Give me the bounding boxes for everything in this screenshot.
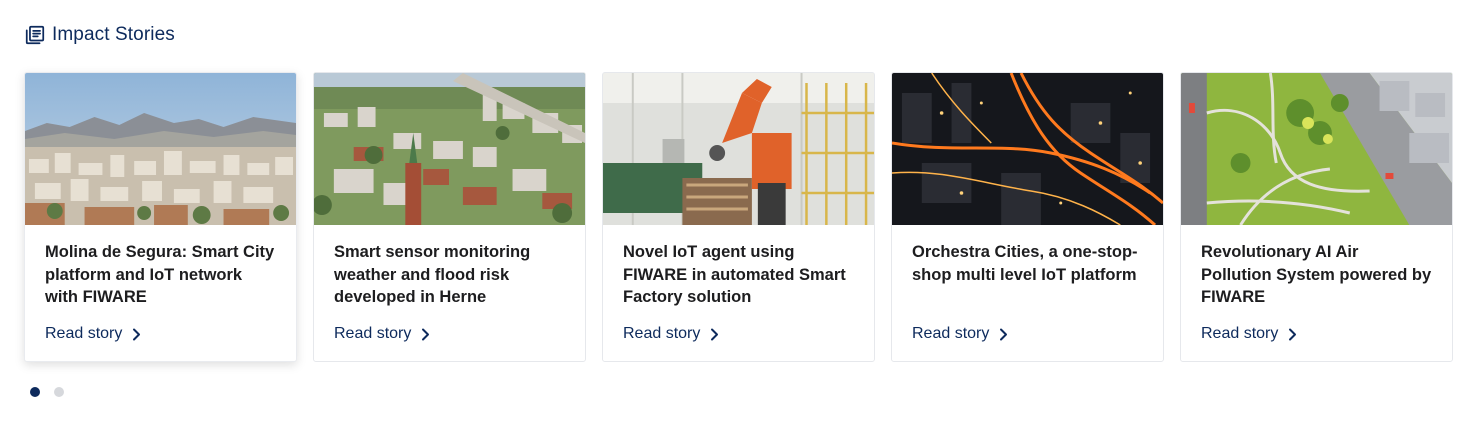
read-story-label: Read story xyxy=(912,325,990,342)
read-story-label: Read story xyxy=(45,325,123,342)
story-image xyxy=(1181,73,1452,225)
section-title: Impact Stories xyxy=(52,24,175,45)
impact-stories-section: Impact Stories Molina de Segura: Smart C… xyxy=(0,0,1475,425)
read-story-link[interactable]: Read story xyxy=(623,325,719,343)
story-carousel: Molina de Segura: Smart City platform an… xyxy=(24,72,1453,362)
newspaper-icon xyxy=(24,24,46,46)
chevron-right-icon xyxy=(1000,328,1008,340)
read-story-label: Read story xyxy=(334,325,412,342)
read-story-label: Read story xyxy=(623,325,701,342)
story-card[interactable]: Smart sensor monitoring weather and floo… xyxy=(313,72,586,362)
story-title: Orchestra Cities, a one-stop-shop multi … xyxy=(912,243,1138,284)
chevron-right-icon xyxy=(1289,328,1297,340)
read-story-link[interactable]: Read story xyxy=(45,325,141,343)
read-story-link[interactable]: Read story xyxy=(1201,325,1297,343)
story-image xyxy=(25,73,296,225)
story-title: Novel IoT agent using FIWARE in automate… xyxy=(623,243,846,306)
read-story-link[interactable]: Read story xyxy=(334,325,430,343)
carousel-pagination xyxy=(30,387,64,397)
chevron-right-icon xyxy=(422,328,430,340)
read-story-link[interactable]: Read story xyxy=(912,325,1008,343)
story-image xyxy=(892,73,1163,225)
chevron-right-icon xyxy=(711,328,719,340)
story-image xyxy=(603,73,874,225)
story-card[interactable]: Molina de Segura: Smart City platform an… xyxy=(24,72,297,362)
story-card[interactable]: Orchestra Cities, a one-stop-shop multi … xyxy=(891,72,1164,362)
story-title: Molina de Segura: Smart City platform an… xyxy=(45,243,275,306)
chevron-right-icon xyxy=(133,328,141,340)
section-heading: Impact Stories xyxy=(24,24,175,46)
story-title: Revolutionary AI Air Pollution System po… xyxy=(1201,243,1432,306)
story-card[interactable]: Novel IoT agent using FIWARE in automate… xyxy=(602,72,875,362)
story-card[interactable]: Revolutionary AI Air Pollution System po… xyxy=(1180,72,1453,362)
read-story-label: Read story xyxy=(1201,325,1279,342)
pagination-dot-1[interactable] xyxy=(30,387,40,397)
story-title: Smart sensor monitoring weather and floo… xyxy=(334,243,531,306)
pagination-dot-2[interactable] xyxy=(54,387,64,397)
story-image xyxy=(314,73,585,225)
